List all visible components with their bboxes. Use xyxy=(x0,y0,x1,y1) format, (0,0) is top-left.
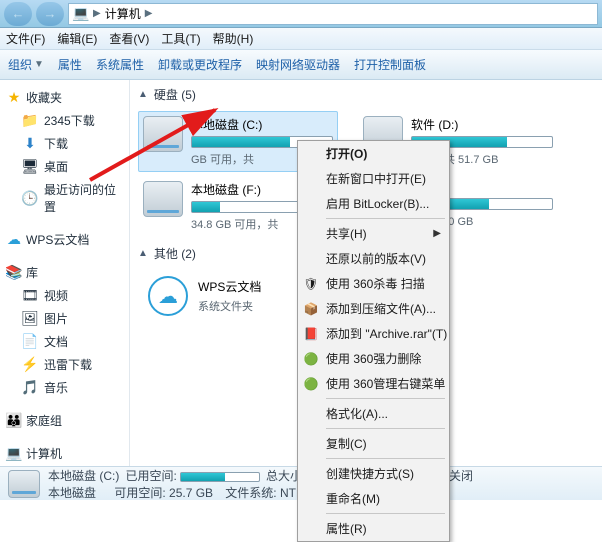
music-icon: 🎵 xyxy=(22,380,38,396)
menu-bar: 文件(F) 编辑(E) 查看(V) 工具(T) 帮助(H) xyxy=(0,28,602,50)
drive-icon xyxy=(143,116,183,152)
ctx-new-window[interactable]: 在新窗口中打开(E) xyxy=(298,166,449,191)
ctx-360-scan[interactable]: 🛡使用 360杀毒 扫描 xyxy=(298,271,449,296)
drive-title: 本地磁盘 (C:) xyxy=(191,116,333,133)
green-dot-icon: 🟢 xyxy=(302,377,320,391)
drive-icon xyxy=(143,181,183,217)
archive-icon: 📦 xyxy=(302,302,320,316)
tool-organize[interactable]: 组织 ▼ xyxy=(8,56,44,73)
sidebar-item-downloads[interactable]: ⬇下载 xyxy=(2,132,127,155)
sidebar-item-images[interactable]: 🖼图片 xyxy=(2,307,127,330)
menu-tools[interactable]: 工具(T) xyxy=(161,30,200,47)
sidebar-item-video[interactable]: 🎞视频 xyxy=(2,284,127,307)
tool-properties[interactable]: 属性 xyxy=(58,56,82,73)
nav-forward-button[interactable]: → xyxy=(36,2,64,26)
menu-help[interactable]: 帮助(H) xyxy=(213,30,254,47)
status-title: 本地磁盘 (C:) xyxy=(48,469,119,483)
sidebar: ★收藏夹 📁2345下载 ⬇下载 🖥桌面 🕒最近访问的位置 ☁WPS云文档 📚库… xyxy=(0,80,130,466)
sidebar-item-recent[interactable]: 🕒最近访问的位置 xyxy=(2,178,127,218)
other-sub: 系统文件夹 xyxy=(198,298,261,314)
sidebar-item-music[interactable]: 🎵音乐 xyxy=(2,376,127,399)
other-title: WPS云文档 xyxy=(198,278,261,295)
sidebar-item-2345[interactable]: 📁2345下载 xyxy=(2,109,127,132)
tool-control-panel[interactable]: 打开控制面板 xyxy=(354,56,426,73)
arrow-left-icon: ← xyxy=(12,6,25,21)
status-usage-bar xyxy=(180,472,260,482)
sidebar-item-thunder[interactable]: ⚡迅雷下载 xyxy=(2,353,127,376)
chevron-right-icon: ▶ xyxy=(433,228,441,239)
ctx-360-menu[interactable]: 🟢使用 360管理右键菜单 xyxy=(298,371,449,396)
other-wps-cloud[interactable]: ☁ WPS云文档 系统文件夹 xyxy=(138,270,271,322)
star-icon: ★ xyxy=(6,90,22,106)
computer-icon: 💻 xyxy=(6,446,22,462)
ctx-separator xyxy=(326,218,445,219)
sidebar-favorites-head[interactable]: ★收藏夹 xyxy=(2,86,127,109)
ctx-properties[interactable]: 属性(R) xyxy=(298,516,449,541)
cloud-icon: ☁ xyxy=(6,232,22,248)
ctx-shortcut[interactable]: 创建快捷方式(S) xyxy=(298,461,449,486)
image-icon: 🖼 xyxy=(22,311,38,327)
recent-icon: 🕒 xyxy=(22,190,38,206)
thunder-icon: ⚡ xyxy=(22,357,38,373)
shield-icon: 🛡 xyxy=(302,277,320,291)
ctx-share[interactable]: 共享(H)▶ xyxy=(298,221,449,246)
green-dot-icon: 🟢 xyxy=(302,352,320,366)
download-icon: ⬇ xyxy=(22,136,38,152)
title-bar: ← → 💻 ▶ 计算机 ▶ xyxy=(0,0,602,28)
computer-icon: 💻 xyxy=(73,6,89,22)
menu-file[interactable]: 文件(F) xyxy=(6,30,45,47)
status-used-label: 已用空间: xyxy=(125,469,176,483)
home-icon: 👪 xyxy=(6,413,22,429)
arrow-right-icon: → xyxy=(44,6,57,21)
sidebar-homegroup[interactable]: 👪家庭组 xyxy=(2,409,127,432)
drive-title: 软件 (D:) xyxy=(411,116,553,133)
sidebar-cloud[interactable]: ☁WPS云文档 xyxy=(2,228,127,251)
ctx-separator xyxy=(326,428,445,429)
ctx-360-delete[interactable]: 🟢使用 360强力删除 xyxy=(298,346,449,371)
status-sub-title: 本地磁盘 xyxy=(48,486,96,500)
video-icon: 🎞 xyxy=(22,288,38,304)
ctx-format[interactable]: 格式化(A)... xyxy=(298,401,449,426)
context-menu: 打开(O) 在新窗口中打开(E) 启用 BitLocker(B)... 共享(H… xyxy=(297,140,450,542)
triangle-icon: ▲ xyxy=(138,248,148,259)
ctx-open[interactable]: 打开(O) xyxy=(298,141,449,166)
ctx-copy[interactable]: 复制(C) xyxy=(298,431,449,456)
address-bar[interactable]: 💻 ▶ 计算机 ▶ xyxy=(68,3,598,25)
drive-icon xyxy=(8,470,40,498)
chevron-right-icon: ▶ xyxy=(93,8,101,19)
ctx-add-archive[interactable]: 📦添加到压缩文件(A)... xyxy=(298,296,449,321)
ctx-separator xyxy=(326,398,445,399)
desktop-icon: 🖥 xyxy=(22,159,38,175)
breadcrumb[interactable]: 计算机 xyxy=(105,5,141,22)
status-free: 可用空间: 25.7 GB xyxy=(114,486,213,500)
sidebar-computer[interactable]: 💻计算机 xyxy=(2,442,127,465)
menu-edit[interactable]: 编辑(E) xyxy=(57,30,97,47)
ctx-separator xyxy=(326,513,445,514)
chevron-right-icon: ▶ xyxy=(145,8,153,19)
tool-bar: 组织 ▼ 属性 系统属性 卸载或更改程序 映射网络驱动器 打开控制面板 xyxy=(0,50,602,80)
folder-icon: 📁 xyxy=(22,113,38,129)
ctx-bitlocker[interactable]: 启用 BitLocker(B)... xyxy=(298,191,449,216)
menu-view[interactable]: 查看(V) xyxy=(109,30,149,47)
sidebar-item-desktop[interactable]: 🖥桌面 xyxy=(2,155,127,178)
tool-sys-properties[interactable]: 系统属性 xyxy=(96,56,144,73)
doc-icon: 📄 xyxy=(22,334,38,350)
section-hard-drives[interactable]: ▲硬盘 (5) xyxy=(130,80,602,109)
library-icon: 📚 xyxy=(6,265,22,281)
nav-back-button[interactable]: ← xyxy=(4,2,32,26)
ctx-add-rar[interactable]: 📕添加到 "Archive.rar"(T) xyxy=(298,321,449,346)
triangle-icon: ▲ xyxy=(138,89,148,100)
sidebar-libraries-head[interactable]: 📚库 xyxy=(2,261,127,284)
rar-icon: 📕 xyxy=(302,327,320,341)
sidebar-item-docs[interactable]: 📄文档 xyxy=(2,330,127,353)
ctx-rename[interactable]: 重命名(M) xyxy=(298,486,449,511)
tool-map-drive[interactable]: 映射网络驱动器 xyxy=(256,56,340,73)
ctx-separator xyxy=(326,458,445,459)
tool-uninstall[interactable]: 卸载或更改程序 xyxy=(158,56,242,73)
ctx-restore-versions[interactable]: 还原以前的版本(V) xyxy=(298,246,449,271)
cloud-icon: ☁ xyxy=(148,276,188,316)
